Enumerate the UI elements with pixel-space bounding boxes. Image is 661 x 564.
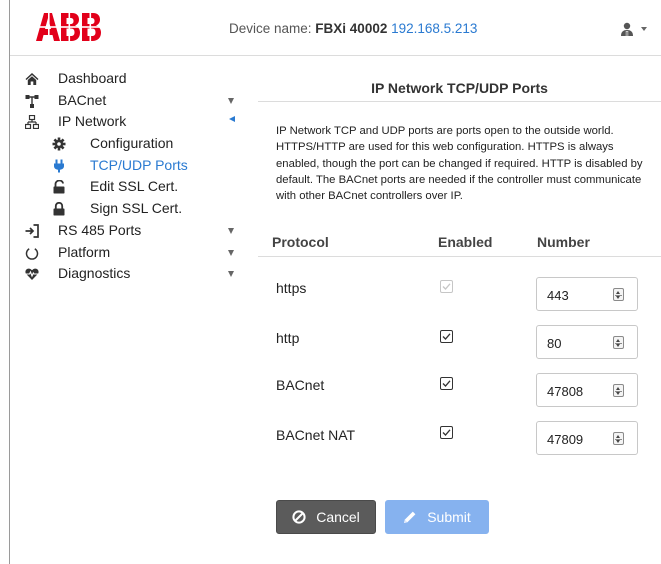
sign-in-icon xyxy=(25,223,39,238)
protocol-label-http: http xyxy=(276,330,300,346)
sidebar-item-label: Platform xyxy=(58,243,111,260)
sidebar-item-dashboard[interactable]: Dashboard xyxy=(10,68,245,90)
sidebar-item-label: Edit SSL Cert. xyxy=(90,178,179,195)
page-description: IP Network TCP and UDP ports are ports o… xyxy=(276,125,643,203)
protocol-label-https: https xyxy=(276,280,307,296)
sidebar-item-label: RS 485 Ports xyxy=(58,221,142,238)
sidebar-item-platform[interactable]: Platform xyxy=(10,242,245,264)
sidebar-item-configuration[interactable]: Configuration xyxy=(10,133,245,155)
column-header-enabled: Enabled xyxy=(438,234,493,250)
divider xyxy=(258,256,661,257)
port-value: 80 xyxy=(547,336,562,351)
http-enabled-checkbox[interactable] xyxy=(440,330,453,343)
top-header: Device name: FBXi 40002 192.168.5.213 xyxy=(10,0,661,56)
chevron-down-icon[interactable] xyxy=(228,97,234,104)
cancel-button-label: Cancel xyxy=(316,509,360,525)
network-tree-icon xyxy=(25,94,39,108)
device-ip-link[interactable]: 192.168.5.213 xyxy=(391,21,477,36)
spinner-down-icon[interactable] xyxy=(616,296,620,299)
lock-icon xyxy=(53,202,65,216)
port-spinner[interactable] xyxy=(613,336,624,349)
bacnet-enabled-checkbox[interactable] xyxy=(440,377,453,390)
port-spinner[interactable] xyxy=(613,384,624,397)
port-value: 443 xyxy=(547,288,569,303)
sidebar-item-rs485-ports[interactable]: RS 485 Ports xyxy=(10,220,245,242)
sidebar-item-tcp-udp-ports[interactable]: TCP/UDP Ports xyxy=(10,155,245,177)
spinner-down-icon[interactable] xyxy=(616,392,620,395)
home-icon xyxy=(25,73,39,85)
protocol-label-bacnet: BACnet xyxy=(276,377,325,393)
user-menu-toggle[interactable] xyxy=(620,20,656,38)
device-info: Device name: FBXi 40002 192.168.5.213 xyxy=(229,21,477,36)
bacnet-nat-enabled-checkbox[interactable] xyxy=(440,426,453,439)
sidebar-nav: Dashboard BACnet IP Network Configuratio… xyxy=(10,68,245,285)
chevron-down-icon[interactable] xyxy=(228,271,234,278)
chevron-down-icon xyxy=(641,27,647,31)
sidebar-item-ip-network[interactable]: IP Network xyxy=(10,111,245,133)
gear-icon xyxy=(52,137,66,151)
bacnet-port-input[interactable]: 47808 xyxy=(536,373,638,407)
user-icon xyxy=(621,22,633,36)
http-port-input[interactable]: 80 xyxy=(536,325,638,359)
port-value: 47809 xyxy=(547,432,584,447)
spinner-down-icon[interactable] xyxy=(616,440,620,443)
sidebar-item-edit-ssl-cert[interactable]: Edit SSL Cert. xyxy=(10,176,245,198)
sidebar-item-diagnostics[interactable]: Diagnostics xyxy=(10,263,245,285)
abb-logo-graphic xyxy=(35,12,103,42)
submit-button[interactable]: Submit xyxy=(385,500,489,534)
sidebar-item-label: Configuration xyxy=(90,135,174,152)
chevron-down-icon[interactable] xyxy=(228,249,234,256)
port-spinner[interactable] xyxy=(613,288,624,301)
divider xyxy=(258,101,661,102)
sidebar-item-bacnet[interactable]: BACnet xyxy=(10,90,245,112)
unlock-icon xyxy=(53,180,65,194)
device-prefix: Device name: xyxy=(229,21,316,36)
sidebar-item-sign-ssl-cert[interactable]: Sign SSL Cert. xyxy=(10,198,245,220)
sidebar-item-label: Sign SSL Cert. xyxy=(90,200,183,217)
chevron-down-icon[interactable] xyxy=(228,227,234,234)
https-port-input[interactable]: 443 xyxy=(536,277,638,311)
plug-icon xyxy=(54,159,64,173)
sidebar-item-label: Dashboard xyxy=(58,70,127,86)
sidebar-item-label: TCP/UDP Ports xyxy=(90,156,188,173)
spinner-down-icon[interactable] xyxy=(616,344,620,347)
protocol-label-bacnet-nat: BACnet NAT xyxy=(276,427,356,443)
pencil-icon xyxy=(404,511,416,523)
ban-icon xyxy=(292,510,306,524)
port-spinner[interactable] xyxy=(613,432,624,445)
submit-button-label: Submit xyxy=(427,509,471,525)
ip-network-icon xyxy=(25,115,39,130)
sidebar-item-label: BACnet xyxy=(58,91,107,108)
column-header-protocol: Protocol xyxy=(272,234,329,250)
column-header-number: Number xyxy=(537,234,590,250)
page-title: IP Network TCP/UDP Ports xyxy=(371,80,548,96)
cancel-button[interactable]: Cancel xyxy=(276,500,376,534)
port-value: 47808 xyxy=(547,384,584,399)
heartbeat-icon xyxy=(25,268,39,281)
device-name: FBXi 40002 xyxy=(315,21,388,36)
power-icon xyxy=(25,247,39,260)
sidebar-item-label: IP Network xyxy=(58,113,127,130)
sidebar-item-label: Diagnostics xyxy=(58,265,131,282)
chevron-left-icon[interactable] xyxy=(229,116,235,123)
bacnet-nat-port-input[interactable]: 47809 xyxy=(536,421,638,455)
abb-logo[interactable] xyxy=(35,12,103,42)
https-enabled-checkbox xyxy=(440,280,453,293)
